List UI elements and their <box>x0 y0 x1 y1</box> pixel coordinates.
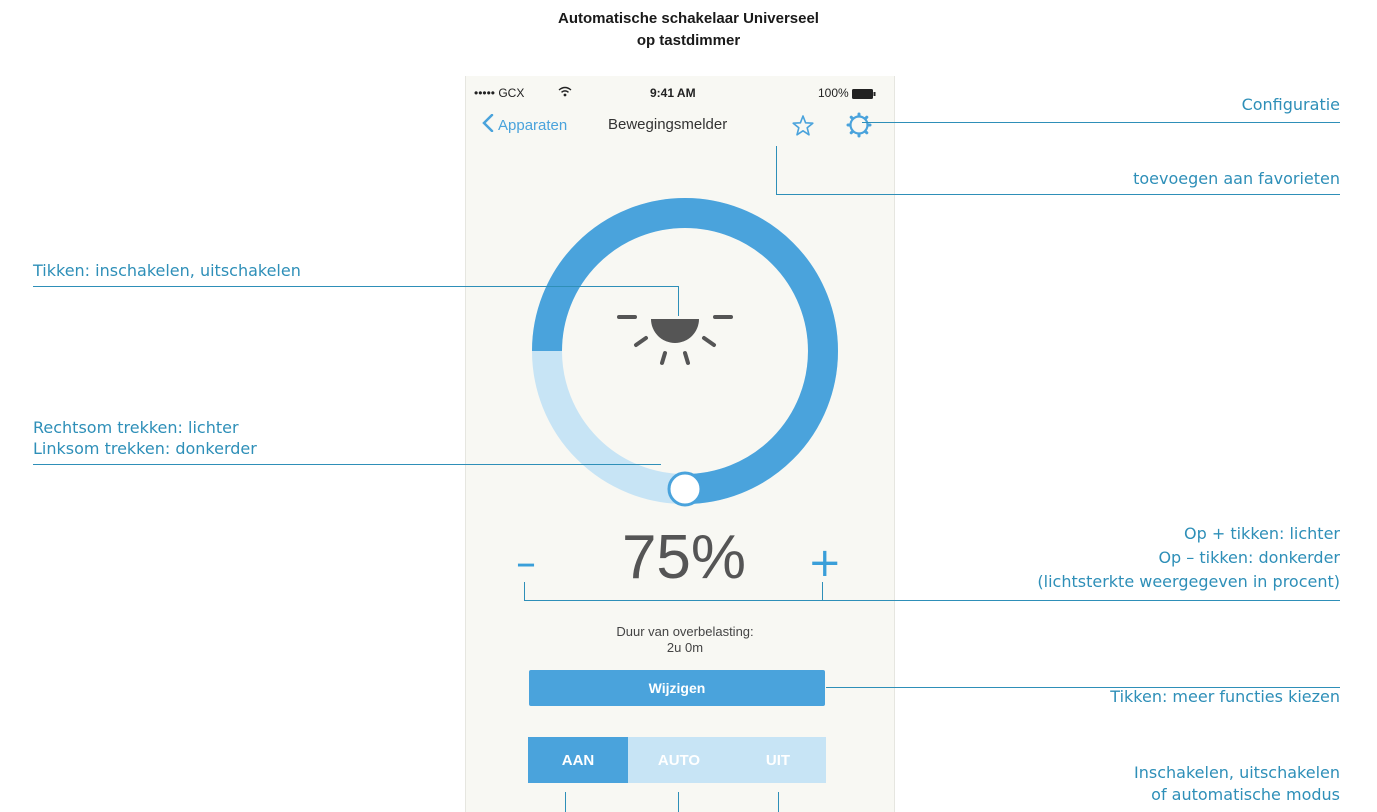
annotation-meer-functies: Tikken: meer functies kiezen <box>1110 687 1340 706</box>
overload-value: 2u 0m <box>666 640 704 655</box>
battery-icon <box>852 88 876 102</box>
leader-line-plus-v <box>822 582 823 600</box>
leader-line-percent <box>524 600 1340 601</box>
mode-aan-button[interactable]: AAN <box>528 737 628 783</box>
leader-line-schakelen <box>33 286 679 287</box>
annotation-plus: Op + tikken: lichter <box>1184 524 1340 543</box>
back-button[interactable]: Apparaten <box>482 113 568 136</box>
overload-label: Duur van overbelasting: <box>616 624 754 639</box>
back-label: Apparaten <box>498 116 568 134</box>
ring-drag-handle[interactable] <box>667 471 703 507</box>
leader-line-configuratie <box>862 122 1340 123</box>
minus-button[interactable]: – <box>516 540 536 586</box>
leader-line-uit <box>778 792 779 812</box>
leader-line-minus-v <box>524 582 525 600</box>
star-icon[interactable] <box>791 114 815 143</box>
leader-line-favorieten-v <box>776 146 777 194</box>
leader-line-trekken <box>33 464 661 465</box>
brightness-percent: 75% <box>621 523 747 592</box>
title-line-2: op tastdimmer <box>636 32 741 49</box>
lamp-toggle-icon[interactable] <box>615 283 735 383</box>
annotation-modus-1: Inschakelen, uitschakelen <box>1134 763 1340 782</box>
chevron-left-icon <box>482 113 494 136</box>
annotation-rechtsom: Rechtsom trekken: lichter <box>33 418 239 437</box>
annotation-procent: (lichtsterkte weergegeven in procent) <box>1037 572 1340 591</box>
clock-label: 9:41 AM <box>650 86 696 100</box>
annotation-configuratie: Configuratie <box>1241 95 1340 114</box>
leader-line-wijzigen <box>826 687 1340 688</box>
carrier-label: ••••• GCX <box>474 86 525 100</box>
gear-icon[interactable] <box>846 112 872 143</box>
annotation-favorieten: toevoegen aan favorieten <box>1133 169 1340 188</box>
battery-label: 100% <box>818 86 849 100</box>
annotation-tikken-schakelen: Tikken: inschakelen, uitschakelen <box>33 261 301 280</box>
annotation-minus: Op – tikken: donkerder <box>1158 548 1340 567</box>
leader-line-auto <box>678 792 679 812</box>
annotation-modus-2: of automatische modus <box>1151 785 1340 804</box>
leader-line-schakelen-v <box>678 286 679 316</box>
title-line-1: Automatische schakelaar Universeel <box>558 10 819 27</box>
plus-button[interactable]: + <box>808 540 842 586</box>
leader-line-favorieten <box>776 194 1340 195</box>
wijzigen-button[interactable]: Wijzigen <box>529 670 825 706</box>
annotation-linksom: Linksom trekken: donkerder <box>33 439 257 458</box>
nav-title: Bewegingsmelder <box>608 116 728 133</box>
wifi-icon <box>558 86 572 100</box>
leader-line-aan <box>565 792 566 812</box>
mode-uit-button[interactable]: UIT <box>730 737 826 783</box>
mode-auto-button[interactable]: AUTO <box>628 737 730 783</box>
